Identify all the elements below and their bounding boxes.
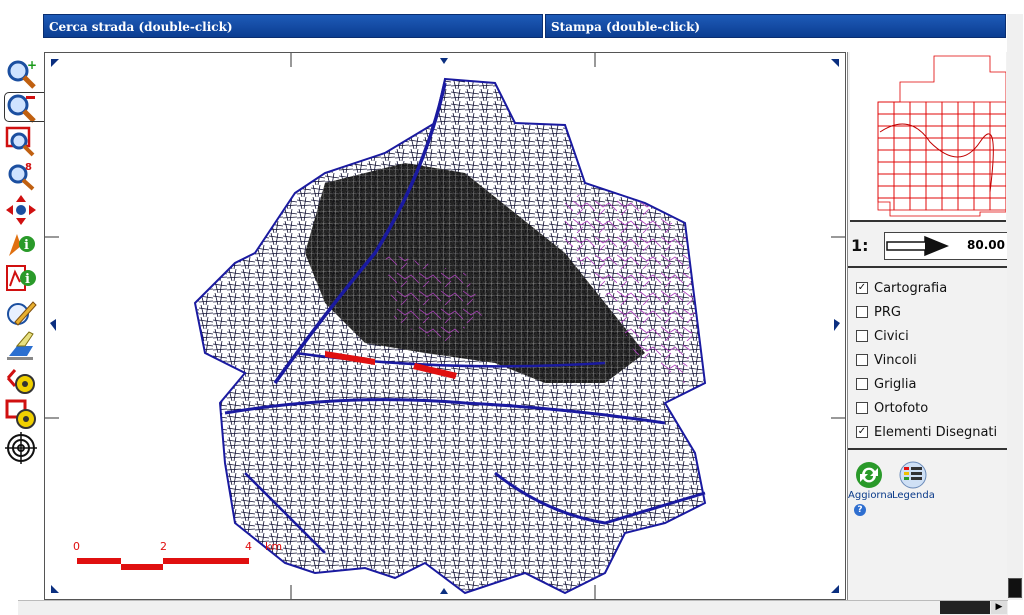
arrow-icon [886, 235, 949, 257]
layer-checkbox[interactable] [856, 402, 868, 414]
scale-prefix: 1: [851, 236, 869, 255]
legend-button[interactable]: Legenda [892, 460, 935, 501]
layer-item[interactable]: Ortofoto [856, 396, 1006, 420]
layer-label: Ortofoto [874, 400, 929, 416]
layer-item[interactable]: ✓ Cartografia [856, 276, 1006, 300]
legend-icon [899, 461, 927, 489]
layer-checkbox[interactable] [856, 330, 868, 342]
layer-checkbox[interactable]: ✓ [856, 426, 868, 438]
scalebar-unit: km [265, 540, 282, 553]
layer-item[interactable]: Griglia [856, 372, 1006, 396]
svg-text:8: 8 [25, 162, 32, 173]
layer-checkbox[interactable] [856, 378, 868, 390]
layer-label: Griglia [874, 376, 917, 392]
refresh-label: Aggiorna [848, 490, 893, 501]
scale-input[interactable]: 80.00 [884, 232, 1008, 260]
horizontal-scrollbar-thumb[interactable] [940, 601, 990, 614]
layer-checkbox[interactable] [856, 354, 868, 366]
layer-item[interactable]: Civici [856, 324, 1006, 348]
zoom-rectangle-icon[interactable] [5, 126, 37, 158]
control-panel: 1: 80.00 ✓ Cartografia PRG Civici Vincoli Gri… [847, 52, 1008, 600]
sw-arrow-icon[interactable] [51, 585, 59, 593]
svg-text:i: i [24, 238, 29, 253]
overview-map[interactable] [850, 52, 1007, 222]
erase-icon[interactable] [5, 330, 37, 362]
print-bar[interactable]: Stampa (double-click) [545, 14, 1006, 38]
pan-south-icon[interactable] [440, 588, 448, 594]
scalebar-label-0: 0 [73, 540, 80, 553]
ne-arrow-icon[interactable] [831, 59, 839, 67]
city-map-drawing [193, 77, 707, 595]
scroll-right-arrow-icon[interactable]: ▶ [991, 601, 1007, 614]
horizontal-scrollbar[interactable] [18, 600, 1008, 615]
vertical-scrollbar[interactable] [1007, 14, 1023, 600]
scale-control: 1: 80.00 [848, 230, 1008, 268]
measure-distance-icon[interactable] [5, 364, 37, 396]
pan-icon[interactable] [5, 194, 37, 226]
refresh-icon [856, 462, 882, 488]
layer-item[interactable]: PRG [856, 300, 1006, 324]
refresh-button[interactable]: Aggiorna [848, 460, 893, 501]
scale-value: 80.00 [967, 238, 1005, 252]
help-icon[interactable]: ? [854, 504, 866, 516]
se-arrow-icon[interactable] [831, 585, 839, 593]
pan-west-icon[interactable] [50, 319, 56, 331]
svg-text:i: i [25, 272, 30, 287]
divider [848, 448, 1008, 450]
layer-checkbox[interactable]: ✓ [856, 282, 868, 294]
layer-list: ✓ Cartografia PRG Civici Vincoli Griglia Ortof… [856, 276, 1006, 444]
scalebar-label-2: 2 [160, 540, 167, 553]
map-scalebar: 0 2 4 km [73, 540, 282, 570]
zoom-in-icon[interactable]: + [5, 58, 37, 90]
layer-label: Civici [874, 328, 909, 344]
layer-checkbox[interactable] [856, 306, 868, 318]
nw-arrow-icon[interactable] [51, 59, 59, 67]
target-icon[interactable] [5, 432, 37, 464]
layer-label: Elementi Disegnati [874, 424, 998, 440]
layer-item[interactable]: ✓ Elementi Disegnati [856, 420, 1006, 444]
layer-label: Vincoli [874, 352, 917, 368]
layer-item[interactable]: Vincoli [856, 348, 1006, 372]
pan-north-icon[interactable] [440, 58, 448, 64]
info-map-icon[interactable]: i [5, 262, 37, 294]
layer-label: Cartografia [874, 280, 948, 296]
search-street-bar[interactable]: Cerca strada (double-click) [43, 14, 543, 38]
scalebar-label-4: 4 [245, 540, 252, 553]
legend-label: Legenda [892, 490, 935, 501]
pan-east-icon[interactable] [834, 319, 840, 331]
map-view[interactable]: 0 2 4 km [44, 52, 846, 600]
identify-icon[interactable]: i [5, 228, 37, 260]
vertical-scrollbar-thumb[interactable] [1008, 578, 1022, 598]
layer-label: PRG [874, 304, 901, 320]
draw-pencil-icon[interactable] [5, 296, 37, 328]
measure-area-icon[interactable] [5, 398, 37, 430]
zoom-scale-icon[interactable]: 8 [5, 160, 37, 192]
svg-text:+: + [27, 58, 37, 72]
